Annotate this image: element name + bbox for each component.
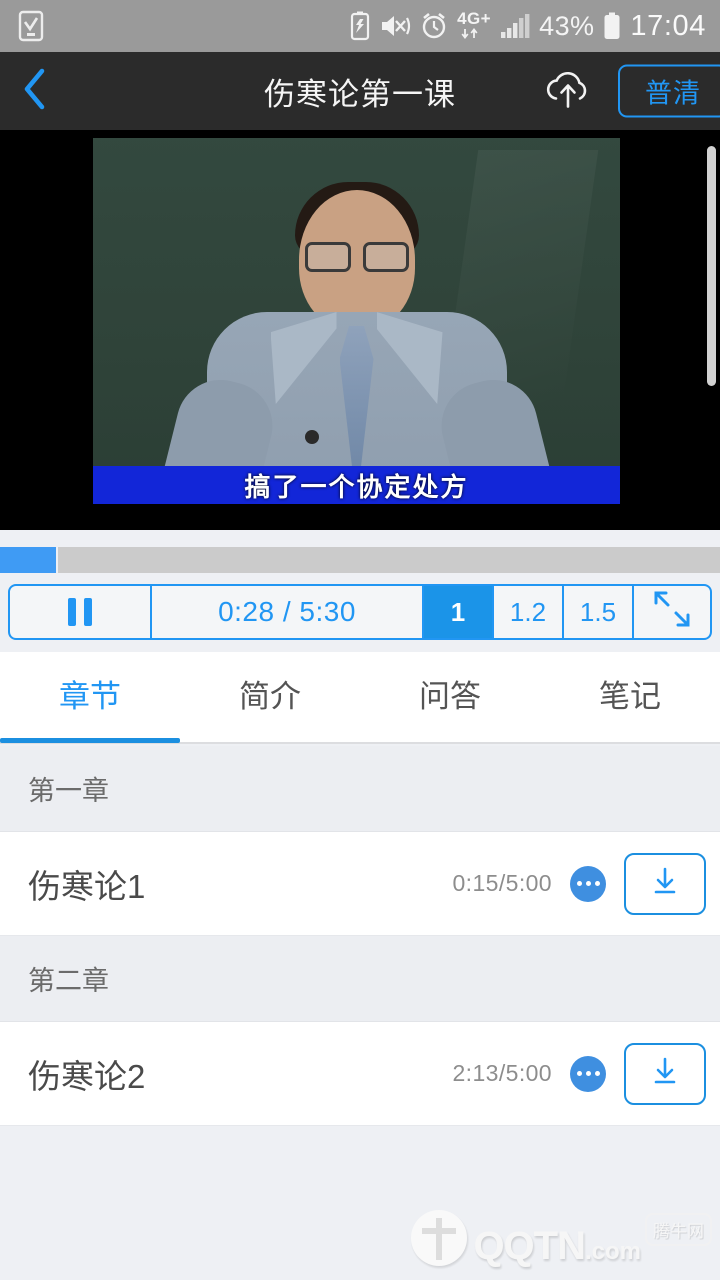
signal-bars-icon	[500, 13, 530, 39]
watermark-brand: QQTN.com	[473, 1226, 641, 1266]
watermark-brand-text: QQTN	[473, 1224, 586, 1268]
lesson-row[interactable]: 伤寒论2 2:13/5:00	[0, 1022, 720, 1126]
battery-percent-label: 43%	[539, 10, 595, 41]
download-button[interactable]	[624, 1042, 706, 1105]
letterbox-bottom	[93, 504, 620, 530]
status-bar-left	[18, 10, 44, 42]
battery-icon	[603, 12, 621, 40]
tab-intro[interactable]: 简介	[180, 651, 360, 743]
watermark-suffix: .com	[584, 1238, 641, 1265]
quality-label: 普清	[645, 78, 701, 109]
cloud-upload-button[interactable]	[542, 67, 594, 116]
speed-button-1[interactable]: 1	[424, 586, 494, 638]
fullscreen-button[interactable]	[634, 586, 710, 638]
pause-button[interactable]	[10, 586, 152, 638]
network-label: 4G+	[457, 9, 491, 28]
lesson-progress-time: 2:13/5:00	[452, 1060, 552, 1086]
watermark-badge: 腾牛网	[645, 1213, 712, 1246]
video-player[interactable]: 搞了一个协定处方	[0, 130, 720, 530]
more-dots-icon[interactable]	[570, 865, 606, 902]
fullscreen-icon	[652, 589, 692, 636]
progress-fill	[0, 547, 56, 573]
lesson-actions: 2:13/5:00	[452, 1042, 706, 1105]
mute-vibrate-icon	[379, 12, 411, 40]
chevron-left-icon	[22, 68, 48, 115]
cloud-upload-icon	[542, 71, 594, 115]
chapter-header: 第一章	[0, 746, 720, 832]
time-display: 0:28 / 5:30	[152, 586, 424, 638]
back-button[interactable]	[0, 52, 70, 130]
task-checklist-icon	[18, 10, 44, 42]
pause-icon	[68, 598, 92, 626]
tab-qa[interactable]: 问答	[360, 651, 540, 743]
lesson-title: 伤寒论2	[28, 1057, 146, 1095]
download-button[interactable]	[624, 852, 706, 915]
player-control-bar: 0:28 / 5:30 1 1.2 1.5	[8, 584, 712, 640]
qqtn-logo-icon	[411, 1210, 468, 1266]
tab-chapters[interactable]: 章节	[0, 651, 180, 743]
lapel-microphone	[304, 430, 319, 444]
video-scrollbar[interactable]	[707, 146, 716, 386]
download-icon	[648, 1054, 682, 1093]
subtitle-text: 搞了一个协定处方	[244, 471, 469, 502]
clock-label: 17:04	[630, 9, 706, 42]
watermark: QQTN.com 腾牛网	[411, 1210, 712, 1266]
lesson-title: 伤寒论1	[28, 867, 146, 905]
speed-button-1.2[interactable]: 1.2	[494, 586, 564, 638]
chapter-list: 第一章 伤寒论1 0:15/5:00 第二章 伤寒论2 2:13/5:00	[0, 746, 720, 1280]
quality-button[interactable]: 普清	[618, 64, 720, 118]
tab-notes[interactable]: 笔记	[540, 651, 720, 743]
page-title: 伤寒论第一课	[264, 76, 456, 112]
speed-button-1.5[interactable]: 1.5	[564, 586, 634, 638]
video-frame: 搞了一个协定处方	[93, 130, 620, 530]
power-save-battery-icon	[350, 11, 370, 41]
lesson-progress-time: 0:15/5:00	[452, 870, 552, 896]
more-dots-icon[interactable]	[570, 1055, 606, 1092]
chapter-header: 第二章	[0, 936, 720, 1022]
4g-plus-icon: 4G+	[457, 9, 491, 41]
alarm-clock-icon	[420, 12, 448, 40]
status-bar: 4G+ 43% 17:04	[0, 0, 720, 52]
progress-track[interactable]	[58, 547, 720, 573]
navigation-bar: 伤寒论第一课 普清	[0, 52, 720, 130]
download-icon	[648, 864, 682, 903]
playback-progress-bar[interactable]	[0, 544, 720, 576]
status-bar-right: 4G+ 43% 17:04	[350, 9, 706, 43]
lesson-row[interactable]: 伤寒论1 0:15/5:00	[0, 832, 720, 936]
letterbox-top	[93, 130, 620, 138]
subtitle-bar: 搞了一个协定处方	[93, 466, 620, 504]
lesson-actions: 0:15/5:00	[452, 852, 706, 915]
lecturer-glasses	[304, 242, 409, 272]
content-tabs: 章节 简介 问答 笔记	[0, 652, 720, 744]
